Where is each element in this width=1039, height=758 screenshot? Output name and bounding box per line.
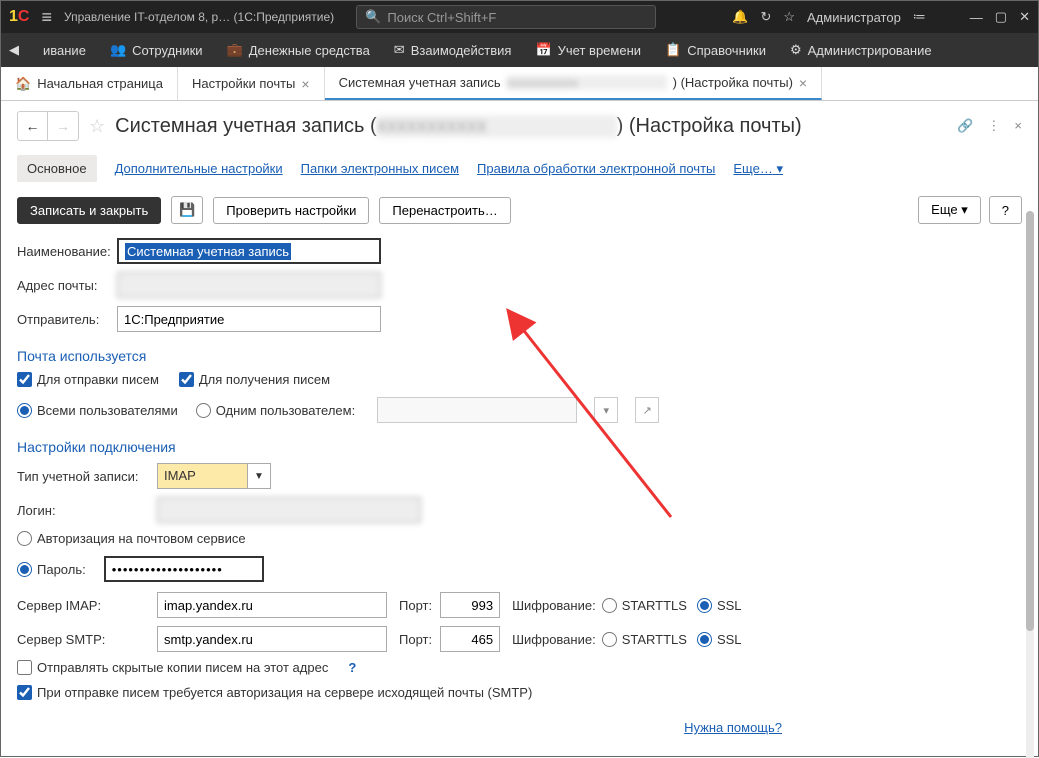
send-checkbox[interactable]: Для отправки писем (17, 372, 159, 387)
open-icon[interactable]: ↗ (635, 397, 659, 423)
address-input[interactable] (117, 272, 381, 298)
bcc-checkbox[interactable]: Отправлять скрытые копии писем на этот а… (17, 660, 328, 675)
back-button[interactable]: ← (18, 112, 48, 140)
usage-section-title: Почта используется (17, 348, 1022, 364)
floppy-icon: 💾 (179, 202, 195, 217)
smtp-port-input[interactable] (440, 626, 500, 652)
address-label: Адрес почты: (17, 278, 117, 293)
menu-employees[interactable]: 👥Сотрудники (110, 42, 203, 58)
nav-left-icon[interactable]: ◀ (9, 42, 19, 58)
port-label: Порт: (399, 632, 432, 647)
reconfigure-button[interactable]: Перенастроить… (379, 197, 510, 224)
home-icon: 🏠 (15, 76, 31, 92)
imap-ssl-radio[interactable]: SSL (697, 598, 742, 613)
search-input[interactable]: 🔍 Поиск Ctrl+Shift+F (356, 5, 656, 29)
people-icon: 👥 (110, 42, 126, 58)
type-label: Тип учетной записи: (17, 469, 157, 484)
tab-home[interactable]: 🏠Начальная страница (1, 67, 178, 100)
section-main[interactable]: Основное (17, 155, 97, 182)
login-label: Логин: (17, 503, 157, 518)
close-icon[interactable]: × (301, 76, 309, 92)
sender-input[interactable] (117, 306, 381, 332)
tab-account[interactable]: Системная учетная записьxxxxxxxxxxx) (На… (325, 67, 823, 100)
book-icon: 📋 (665, 42, 681, 58)
bell-icon[interactable]: 🔔 (732, 9, 748, 25)
save-button[interactable]: 💾 (171, 196, 203, 224)
menu-admin[interactable]: ⚙Администрирование (790, 42, 932, 58)
more-button[interactable]: Еще ▾ (918, 196, 981, 224)
menu-icon[interactable]: ≡ (41, 7, 52, 28)
check-button[interactable]: Проверить настройки (213, 197, 369, 224)
menu-refs[interactable]: 📋Справочники (665, 42, 766, 58)
help-icon[interactable]: ? (348, 660, 356, 675)
history-icon[interactable]: ↻ (760, 9, 771, 25)
connection-section-title: Настройки подключения (17, 439, 1022, 455)
one-user-radio[interactable]: Одним пользователем: (196, 403, 355, 418)
maximize-icon[interactable]: ▢ (995, 9, 1007, 25)
link-icon[interactable]: 🔗 (957, 118, 973, 134)
close-page-icon[interactable]: × (1014, 118, 1022, 134)
app-logo: 1С (9, 8, 29, 26)
search-icon: 🔍 (365, 9, 381, 25)
login-input[interactable] (157, 497, 421, 523)
scrollbar[interactable] (1026, 211, 1034, 758)
section-additional[interactable]: Дополнительные настройки (115, 161, 283, 176)
chevron-down-icon: ▾ (776, 161, 783, 176)
settings-icon[interactable]: ≔ (913, 9, 926, 25)
menu-employees-prev[interactable]: ивание (43, 43, 86, 58)
page-title: Системная учетная запись (xxxxxxxxxxx) (… (115, 115, 802, 138)
close-icon[interactable]: × (799, 75, 807, 91)
section-folders[interactable]: Папки электронных писем (301, 161, 459, 176)
close-window-icon[interactable]: ✕ (1019, 9, 1030, 25)
section-rules[interactable]: Правила обработки электронной почты (477, 161, 715, 176)
enc-label: Шифрование: (512, 632, 596, 647)
imap-label: Сервер IMAP: (17, 598, 157, 613)
chevron-down-icon[interactable]: ▼ (247, 463, 271, 489)
smtp-starttls-radio[interactable]: STARTTLS (602, 632, 687, 647)
smtp-server-input[interactable] (157, 626, 387, 652)
minimize-icon[interactable]: — (970, 10, 983, 25)
mail-icon: ✉ (394, 42, 405, 58)
calendar-icon: 📅 (535, 42, 551, 58)
sender-label: Отправитель: (17, 312, 117, 327)
more-icon[interactable]: ⋮ (987, 118, 1000, 134)
window-title: Управление IT-отделом 8, р… (1С:Предприя… (64, 10, 334, 24)
smtp-auth-checkbox[interactable]: При отправке писем требуется авторизация… (17, 685, 532, 700)
enc-label: Шифрование: (512, 598, 596, 613)
menu-interactions[interactable]: ✉Взаимодействия (394, 42, 512, 58)
name-input[interactable]: Системная учетная запись (117, 238, 381, 264)
user-name[interactable]: Администратор (807, 10, 901, 25)
auth-service-radio[interactable]: Авторизация на почтовом сервисе (17, 531, 246, 546)
tab-mail-settings[interactable]: Настройки почты× (178, 67, 325, 100)
wallet-icon: 💼 (227, 42, 243, 58)
password-radio[interactable]: Пароль: (17, 562, 86, 577)
menu-money[interactable]: 💼Денежные средства (227, 42, 370, 58)
imap-server-input[interactable] (157, 592, 387, 618)
imap-port-input[interactable] (440, 592, 500, 618)
imap-starttls-radio[interactable]: STARTTLS (602, 598, 687, 613)
star-icon[interactable]: ☆ (783, 9, 795, 25)
save-close-button[interactable]: Записать и закрыть (17, 197, 161, 224)
chevron-down-icon: ▾ (961, 202, 968, 217)
dropdown-icon[interactable]: ▾ (594, 397, 618, 423)
all-users-radio[interactable]: Всеми пользователями (17, 403, 178, 418)
port-label: Порт: (399, 598, 432, 613)
gear-icon: ⚙ (790, 42, 802, 58)
smtp-label: Сервер SMTP: (17, 632, 157, 647)
section-more[interactable]: Еще… ▾ (733, 161, 783, 177)
menu-time[interactable]: 📅Учет времени (535, 42, 641, 58)
forward-button[interactable]: → (48, 112, 78, 140)
help-link[interactable]: Нужна помощь? (684, 720, 782, 735)
help-button[interactable]: ? (989, 196, 1022, 224)
smtp-ssl-radio[interactable]: SSL (697, 632, 742, 647)
user-select[interactable] (377, 397, 577, 423)
type-select[interactable]: IMAP ▼ (157, 463, 271, 489)
favorite-icon[interactable]: ☆ (89, 116, 105, 137)
receive-checkbox[interactable]: Для получения писем (179, 372, 330, 387)
name-label: Наименование: (17, 244, 117, 259)
password-input[interactable] (104, 556, 264, 582)
